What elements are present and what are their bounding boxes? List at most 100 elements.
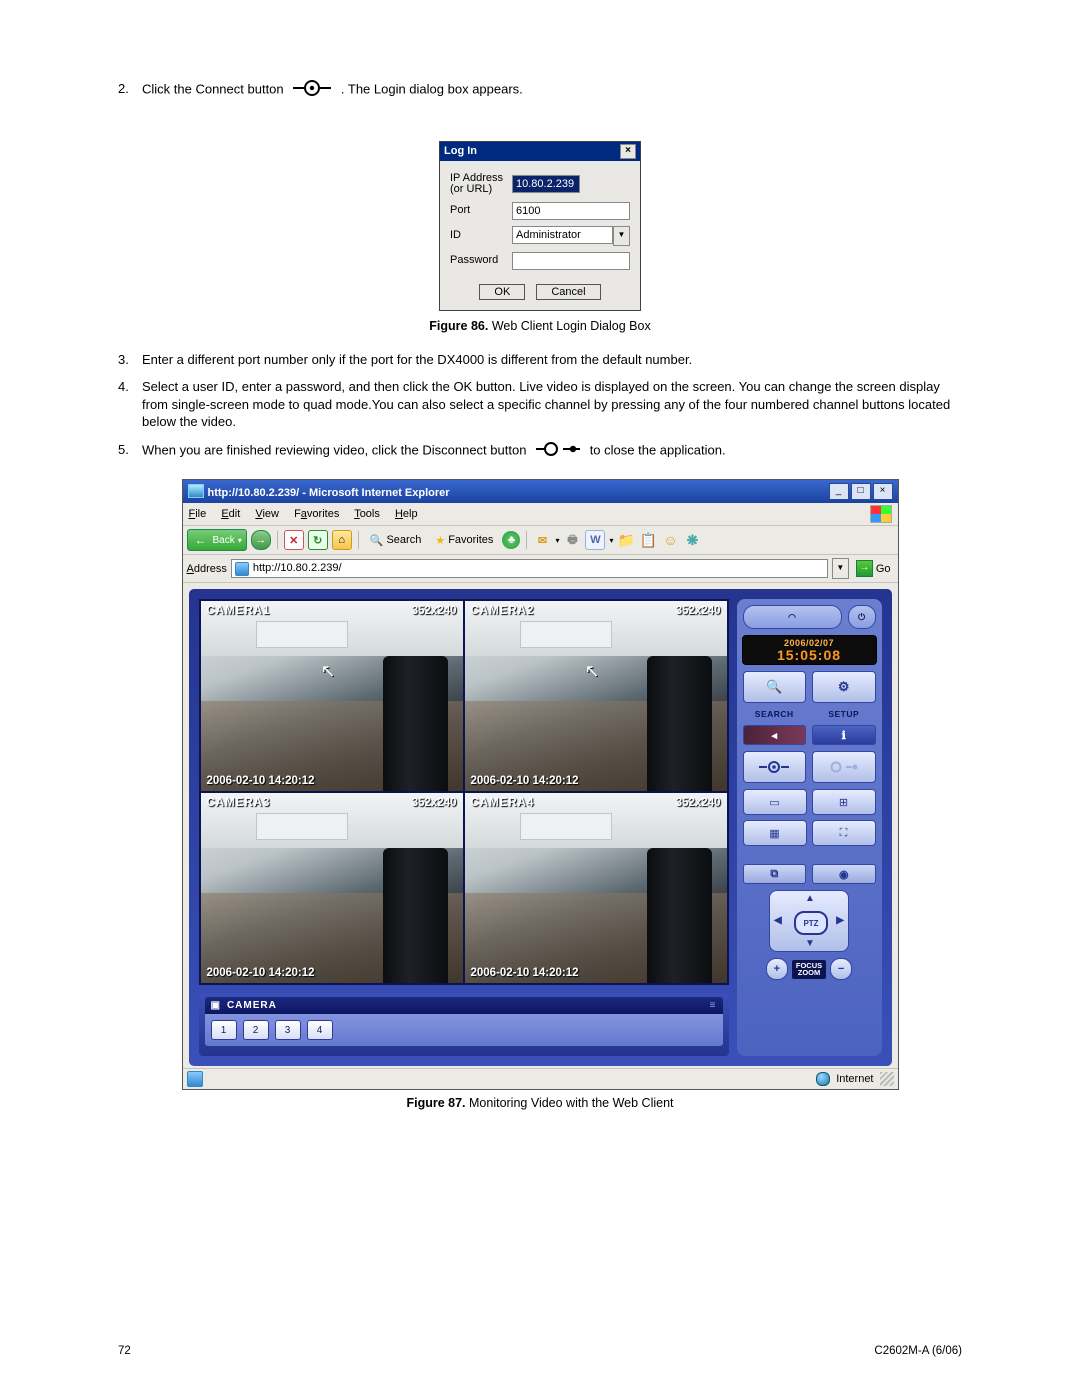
- search-button[interactable]: 🔍: [743, 671, 807, 703]
- setup-label: SETUP: [812, 709, 876, 719]
- stop-button[interactable]: ✕: [284, 530, 304, 550]
- camera-bar: ▣CAMERA ≡ 1 2 3 4: [199, 993, 729, 1056]
- address-label: Address: [187, 563, 227, 575]
- step-3-text: Enter a different port number only if th…: [142, 351, 962, 369]
- step-5b: to close the application.: [590, 443, 726, 458]
- channel-4-button[interactable]: 4: [307, 1020, 333, 1040]
- step-number: 4.: [118, 378, 142, 431]
- port-field[interactable]: 6100: [512, 202, 630, 220]
- step-2-text: Click the Connect button . The Login dia…: [142, 80, 962, 101]
- login-dialog: Log In × IP Address (or URL) 10.80.2.239…: [439, 141, 641, 311]
- prev-button[interactable]: ◂: [743, 725, 807, 745]
- zoom-minus-button[interactable]: −: [830, 958, 852, 980]
- ip-label: IP Address (or URL): [450, 173, 512, 196]
- camera-bar-label: CAMERA: [227, 1000, 277, 1011]
- record-button[interactable]: ◉: [812, 864, 876, 884]
- setup-button[interactable]: ⚙: [812, 671, 876, 703]
- refresh-button[interactable]: ↻: [308, 530, 328, 550]
- ptz-label: PTZ: [794, 911, 828, 935]
- chevron-down-icon[interactable]: ▾: [609, 536, 613, 545]
- media-button[interactable]: ♣: [502, 531, 520, 549]
- folder-icon[interactable]: 📁: [617, 531, 635, 549]
- ok-button[interactable]: OK: [479, 284, 525, 300]
- focus-plus-button[interactable]: +: [766, 958, 788, 980]
- menu-view[interactable]: View: [255, 508, 279, 520]
- ie-addressbar: Address http://10.80.2.239/ ▼ →Go: [183, 555, 898, 583]
- logo-button[interactable]: ◠: [743, 605, 842, 629]
- ie-menubar: File Edit View Favorites Tools Help: [183, 503, 898, 526]
- channel-1-button[interactable]: 1: [211, 1020, 237, 1040]
- menu-favorites[interactable]: Favorites: [294, 508, 339, 520]
- side-control-panel: ◠ ⏻ 2006/02/07 15:05:08 🔍 ⚙ SEARCH SETUP: [737, 599, 882, 1056]
- favorites-button[interactable]: ★Favorites: [430, 532, 498, 549]
- menu-help[interactable]: Help: [395, 508, 418, 520]
- step-5a: When you are finished reviewing video, c…: [142, 443, 526, 458]
- go-button[interactable]: →Go: [853, 560, 894, 577]
- clipboard-icon[interactable]: 📋: [639, 531, 657, 549]
- disconnect-button[interactable]: [812, 751, 876, 783]
- chevron-down-icon[interactable]: ▼: [613, 226, 630, 246]
- cancel-button[interactable]: Cancel: [536, 284, 600, 300]
- chevron-down-icon[interactable]: ▼: [832, 558, 849, 579]
- search-label: SEARCH: [743, 709, 807, 719]
- maximize-icon[interactable]: □: [851, 483, 871, 500]
- page-number: 72: [118, 1345, 131, 1357]
- ie-page-icon: [187, 1071, 203, 1087]
- menu-edit[interactable]: Edit: [221, 508, 240, 520]
- password-field[interactable]: [512, 252, 630, 270]
- step-5-text: When you are finished reviewing video, c…: [142, 441, 962, 462]
- camera-grid: CAMERA1 352x240 2006-02-10 14:20:12 ↖ CA…: [199, 599, 729, 985]
- windows-flag-icon: [870, 505, 892, 523]
- layout-multi-button[interactable]: ▦: [743, 820, 807, 846]
- internet-zone-icon: [816, 1072, 830, 1086]
- ie-titlebar: http://10.80.2.239/ - Microsoft Internet…: [183, 480, 898, 503]
- address-value: http://10.80.2.239/: [253, 560, 342, 577]
- messenger-icon[interactable]: ☺: [661, 531, 679, 549]
- ie-toolbar: ←Back▾ → ✕ ↻ ⌂ 🔍Search ★Favorites ♣ ✉ ▾ …: [183, 526, 898, 555]
- ptz-control[interactable]: ▲ ▼ ◀ ▶ PTZ: [769, 890, 849, 952]
- figure-87-caption: Figure 87. Monitoring Video with the Web…: [118, 1096, 962, 1110]
- edit-button[interactable]: W: [585, 530, 605, 550]
- camera-2[interactable]: CAMERA2 352x240 2006-02-10 14:20:12 ↖: [465, 601, 727, 791]
- menu-tools[interactable]: Tools: [354, 508, 380, 520]
- home-button[interactable]: ⌂: [332, 530, 352, 550]
- drag-handle-icon[interactable]: ≡: [710, 1000, 717, 1011]
- connect-button[interactable]: [743, 751, 807, 783]
- camera-1[interactable]: CAMERA1 352x240 2006-02-10 14:20:12 ↖: [201, 601, 463, 791]
- back-button[interactable]: ←Back▾: [187, 529, 247, 551]
- close-icon[interactable]: ×: [620, 144, 636, 159]
- snapshot-button[interactable]: ⧉: [743, 864, 807, 884]
- ie-page-icon: [235, 562, 249, 576]
- id-field[interactable]: Administrator: [512, 226, 613, 244]
- camera-3[interactable]: CAMERA3 352x240 2006-02-10 14:20:12: [201, 793, 463, 983]
- layout-quad-button[interactable]: ⊞: [812, 789, 876, 815]
- id-combo[interactable]: Administrator ▼: [512, 226, 630, 246]
- address-field[interactable]: http://10.80.2.239/: [231, 559, 828, 578]
- camera-4[interactable]: CAMERA4 352x240 2006-02-10 14:20:12: [465, 793, 727, 983]
- search-button[interactable]: 🔍Search: [365, 532, 427, 549]
- menu-file[interactable]: File: [189, 508, 207, 520]
- close-icon[interactable]: ×: [873, 483, 893, 500]
- chevron-down-icon[interactable]: ▾: [555, 536, 559, 545]
- port-label: Port: [450, 205, 512, 217]
- info-button[interactable]: ℹ: [812, 725, 876, 745]
- layout-single-button[interactable]: ▭: [743, 789, 807, 815]
- step-2b: . The Login dialog box appears.: [341, 82, 523, 97]
- print-button[interactable]: 🖶: [563, 531, 581, 549]
- extra-icon[interactable]: ❋: [683, 531, 701, 549]
- mail-button[interactable]: ✉: [533, 531, 551, 549]
- ie-content-area: CAMERA1 352x240 2006-02-10 14:20:12 ↖ CA…: [183, 583, 898, 1068]
- focus-zoom-control: + FOCUSZOOM −: [743, 958, 876, 980]
- web-client-panel: CAMERA1 352x240 2006-02-10 14:20:12 ↖ CA…: [189, 589, 892, 1066]
- resize-grip-icon[interactable]: [880, 1072, 894, 1086]
- power-button[interactable]: ⏻: [848, 605, 876, 629]
- channel-3-button[interactable]: 3: [275, 1020, 301, 1040]
- password-label: Password: [450, 255, 512, 267]
- cursor-icon: ↖: [585, 661, 600, 682]
- channel-2-button[interactable]: 2: [243, 1020, 269, 1040]
- step-number: 3.: [118, 351, 142, 369]
- forward-button[interactable]: →: [251, 530, 271, 550]
- layout-full-button[interactable]: ⛶: [812, 820, 876, 846]
- minimize-icon[interactable]: _: [829, 483, 849, 500]
- ip-field[interactable]: 10.80.2.239: [512, 175, 580, 193]
